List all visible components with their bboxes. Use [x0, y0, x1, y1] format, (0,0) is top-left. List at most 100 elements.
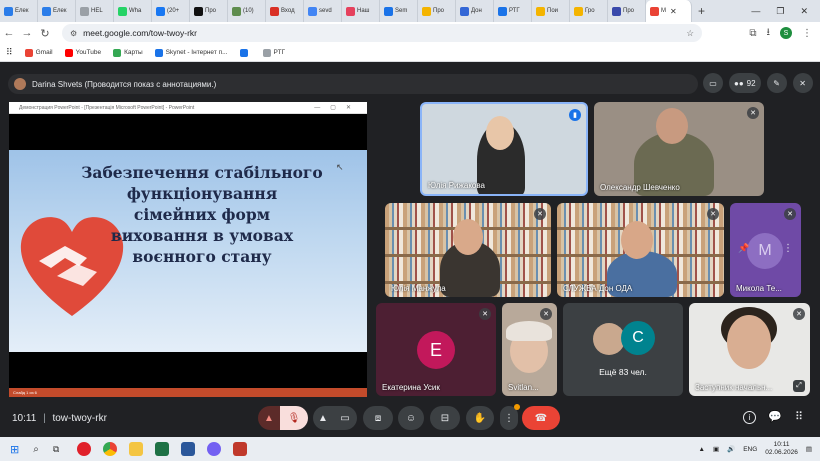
tray-clock[interactable]: 10:11 02.06.2026	[765, 441, 798, 457]
chat-icon[interactable]: 💬	[768, 410, 782, 423]
maximize-button[interactable]: ❐	[776, 6, 784, 17]
participant-face	[656, 108, 688, 144]
hide-presentation-button[interactable]: ▭	[703, 73, 723, 93]
tab-close-icon[interactable]: ✕	[670, 7, 677, 16]
extensions-icon[interactable]: ⧉	[749, 28, 756, 39]
browser-tab[interactable]: Про	[608, 0, 646, 22]
pin-icon[interactable]: 📌	[738, 243, 749, 254]
bookmark-favicon-icon	[64, 48, 73, 57]
browser-tab[interactable]: sevd	[304, 0, 342, 22]
url-text: meet.google.com/tow-twoy-rkr	[83, 28, 198, 38]
leave-call-button[interactable]: ☎	[522, 406, 560, 430]
browser-tab[interactable]: Wha	[114, 0, 152, 22]
viber-icon[interactable]	[207, 442, 222, 456]
microphone-toggle-button[interactable]: 🎙	[280, 406, 308, 430]
browser-tab[interactable]: (20+	[152, 0, 190, 22]
pip-expand-icon[interactable]: ⤢	[793, 380, 805, 392]
mic-off-icon: ✕	[784, 208, 796, 220]
download-icon[interactable]: ⭳	[767, 25, 771, 42]
participant-name: Олександр Шевченко	[600, 183, 680, 192]
browser-tab[interactable]: Про	[190, 0, 228, 22]
participant-tile[interactable]: E ✕ Екатерина Усик	[376, 303, 496, 396]
activities-icon[interactable]: ⠿	[795, 410, 803, 423]
profile-avatar[interactable]: S	[780, 27, 792, 39]
bookmark-star-icon[interactable]: ☆	[686, 28, 694, 39]
chrome-menu-icon[interactable]: ⋮	[802, 28, 812, 39]
toolbar-right: ⧉ ⭳ S ⋮	[749, 25, 820, 42]
reload-icon[interactable]: ↻	[36, 27, 54, 40]
back-arrow-icon[interactable]: ←	[0, 27, 18, 39]
participant-tile[interactable]: ▮ Юлія Рижакова	[420, 102, 588, 196]
site-info-icon[interactable]: ⚙	[70, 29, 77, 38]
tab-favicon-icon	[384, 6, 393, 16]
participants-count-button[interactable]: ●● 92	[729, 73, 761, 93]
bookmark-item[interactable]: YouTube	[64, 48, 101, 57]
active-tab[interactable]: M ✕	[646, 0, 692, 22]
video-options-button[interactable]: ▲	[313, 406, 333, 430]
opera-icon[interactable]	[77, 442, 92, 456]
bookmark-item[interactable]	[239, 48, 251, 57]
captions-button[interactable]: ⊟	[430, 406, 460, 430]
participant-tile[interactable]: ✕ Svitlan...	[502, 303, 557, 396]
forward-arrow-icon[interactable]: →	[18, 27, 36, 39]
windows-start-icon[interactable]: ⊞	[10, 443, 19, 456]
url-omnibox[interactable]: ⚙ meet.google.com/tow-twoy-rkr ☆	[62, 24, 702, 42]
participant-tile[interactable]: М 📌 ⋮ ✕ Микола Те...	[730, 203, 801, 297]
participant-initial-avatar: М	[747, 233, 783, 269]
app-icon[interactable]	[233, 442, 248, 456]
participant-tile[interactable]: ✕ Юлія Манжула	[385, 203, 551, 297]
presenter-banner[interactable]: Darina Shvets (Проводится показ с аннота…	[8, 74, 698, 94]
meeting-info-icon[interactable]: i	[743, 411, 756, 424]
browser-tab[interactable]: HEL	[76, 0, 114, 22]
new-tab-button[interactable]: +	[692, 4, 711, 18]
audio-options-button[interactable]: ▲	[258, 406, 280, 430]
camera-toggle-button[interactable]: ▭	[333, 406, 357, 430]
hand-icon: ✋	[473, 412, 487, 424]
browser-tab[interactable]: Про	[418, 0, 456, 22]
bookmark-item[interactable]: Skynet - Інтернет п...	[154, 48, 228, 57]
browser-tab[interactable]: Елек	[38, 0, 76, 22]
word-icon[interactable]	[181, 442, 196, 456]
file-explorer-icon[interactable]	[129, 442, 144, 456]
raise-hand-button[interactable]: ✋	[466, 406, 494, 430]
task-view-icon[interactable]: ⧉	[53, 444, 59, 455]
more-options-icon[interactable]: ⋮	[783, 243, 793, 254]
excel-icon[interactable]	[155, 442, 170, 456]
tab-label: Про	[623, 8, 634, 14]
close-window-button[interactable]: ✕	[800, 6, 808, 17]
bookmark-item[interactable]: Карты	[113, 48, 143, 57]
bookmark-item[interactable]: Gmail	[24, 48, 53, 57]
mic-off-icon: ✕	[793, 308, 805, 320]
chrome-icon[interactable]	[103, 442, 118, 456]
tab-label: Пои	[547, 8, 559, 14]
browser-tab[interactable]: Пои	[532, 0, 570, 22]
apps-grid-icon[interactable]: ⠿	[6, 47, 13, 58]
browser-tab[interactable]: РТГ	[494, 0, 532, 22]
present-screen-button[interactable]: ⧈	[363, 406, 393, 430]
bookmark-item[interactable]: РТГ	[262, 48, 286, 57]
more-participants-tile[interactable]: C Ещё 83 чел.	[563, 303, 683, 396]
browser-tab[interactable]: (10)	[228, 0, 266, 22]
participant-face	[486, 116, 514, 150]
tray-overflow-icon[interactable]: ▲	[699, 446, 705, 453]
mouse-cursor-icon: ↖	[336, 162, 344, 172]
notifications-icon[interactable]: ▤	[806, 445, 812, 453]
annotate-button[interactable]: ✎	[766, 73, 787, 93]
bookmark-label: РТГ	[273, 49, 286, 56]
search-icon[interactable]: ⌕	[33, 444, 39, 455]
participant-tile[interactable]: ✕ СЛУЖБА Дон ОДА	[557, 203, 724, 297]
browser-tab[interactable]: Наш	[342, 0, 380, 22]
browser-tab[interactable]: Елек	[0, 0, 38, 22]
participant-tile[interactable]: ✕ ⤢ Заступник начальн...	[689, 303, 810, 396]
reactions-button[interactable]: ☺	[398, 406, 424, 430]
minimize-button[interactable]: —	[751, 6, 760, 17]
participant-tile[interactable]: ✕ Олександр Шевченко	[594, 102, 764, 196]
browser-tab[interactable]: Sem	[380, 0, 418, 22]
browser-tab[interactable]: Вход	[266, 0, 304, 22]
language-indicator[interactable]: ENG	[743, 446, 757, 453]
browser-tab[interactable]: Дон	[456, 0, 494, 22]
browser-tab[interactable]: Гро	[570, 0, 608, 22]
volume-icon[interactable]: 🔊	[727, 445, 735, 453]
mute-all-button[interactable]: ✕	[792, 73, 813, 93]
network-icon[interactable]: ▣	[713, 445, 719, 453]
